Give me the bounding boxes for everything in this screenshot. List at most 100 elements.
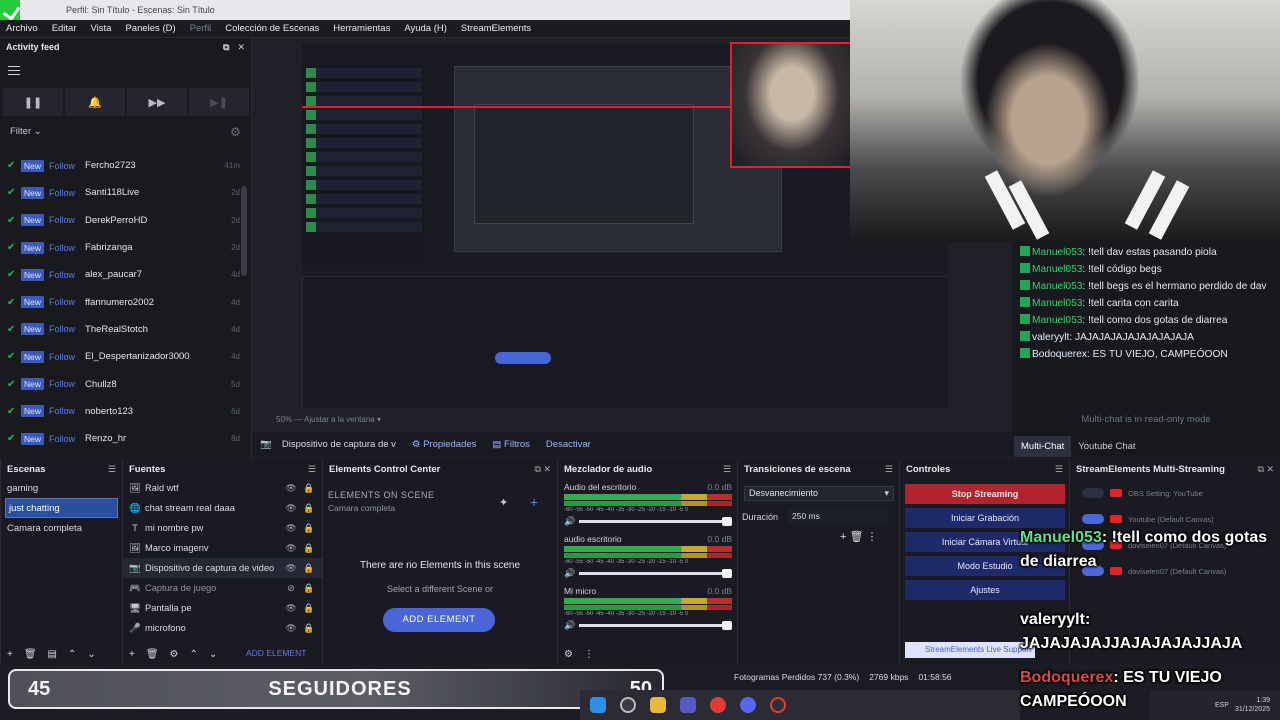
volume-slider[interactable]: [579, 517, 732, 526]
eye-icon[interactable]: 👁: [284, 503, 298, 514]
down-icon[interactable]: ⌄: [209, 649, 217, 660]
trash-icon[interactable]: 🗑: [146, 649, 159, 660]
app-icon-opera[interactable]: [710, 697, 726, 713]
scene-item[interactable]: Camara completa: [1, 518, 122, 538]
source-item[interactable]: 📷 Dispositivo de captura de video 👁 🔒: [123, 558, 322, 578]
activity-item[interactable]: ✔ New Follow Santi118Live 2d: [0, 179, 240, 206]
scrollbar[interactable]: [241, 186, 247, 276]
activity-item[interactable]: ✔ New Follow Renzo_hr 8d: [0, 425, 240, 452]
bell-button[interactable]: 🔔: [65, 88, 125, 116]
lock-icon[interactable]: 🔒: [302, 603, 316, 614]
menu-vista[interactable]: Vista: [91, 23, 112, 34]
eye-icon[interactable]: 👁: [284, 623, 298, 634]
stream-destination[interactable]: OBS Setting: YouTube: [1082, 484, 1272, 502]
activity-item[interactable]: ✔ New Follow Fercho2723 41m: [0, 152, 240, 179]
eye-icon[interactable]: 👁: [284, 543, 298, 554]
activity-item[interactable]: ✔ New Follow Chullz8 5d: [0, 370, 240, 397]
lock-icon[interactable]: 🔒: [302, 583, 316, 594]
eye-icon[interactable]: 👁: [284, 483, 298, 494]
stop-streaming-button[interactable]: Stop Streaming: [905, 484, 1065, 504]
source-item[interactable]: 🎮 Captura de juego ⊘ 🔒: [123, 578, 322, 598]
lock-icon[interactable]: 🔒: [302, 623, 316, 634]
live-support-button[interactable]: StreamElements Live Support: [905, 642, 1035, 658]
menu-streamelements[interactable]: StreamElements: [461, 23, 531, 34]
settings-button[interactable]: Ajustes: [905, 580, 1065, 600]
activity-item[interactable]: ✔ New Follow El_Despertanizador3000 4d: [0, 343, 240, 370]
close-icon[interactable]: ✕: [1266, 464, 1274, 474]
tab-multi-chat[interactable]: Multi-Chat: [1014, 435, 1072, 457]
menu-perfil[interactable]: Perfil: [190, 23, 212, 34]
volume-slider[interactable]: [579, 621, 732, 630]
add-icon[interactable]: +: [530, 494, 538, 510]
speaker-icon[interactable]: 🔊: [564, 620, 575, 631]
magic-wand-icon[interactable]: ✦: [499, 496, 508, 509]
gear-icon[interactable]: ⚙: [170, 649, 179, 660]
menu-herramientas[interactable]: Herramientas: [333, 23, 390, 34]
add-element-link[interactable]: ADD ELEMENT: [246, 648, 306, 658]
close-icon[interactable]: ✕: [237, 42, 245, 53]
add-element-button[interactable]: ADD ELEMENT: [383, 608, 495, 632]
dock-menu-icon[interactable]: ☰: [108, 464, 116, 475]
menu-ayuda[interactable]: Ayuda (H): [404, 23, 447, 34]
skip-end-button[interactable]: ▶❚: [189, 88, 249, 116]
deactivate-button[interactable]: Desactivar: [540, 436, 597, 453]
float-icon[interactable]: ⧉: [1258, 464, 1264, 474]
duration-input[interactable]: 250 ms: [788, 509, 888, 523]
down-icon[interactable]: ⌄: [87, 649, 95, 660]
close-icon[interactable]: ✕: [543, 464, 551, 474]
transition-select[interactable]: Desvanecimiento: [744, 486, 894, 501]
up-icon[interactable]: ⌃: [190, 649, 198, 660]
menu-editar[interactable]: Editar: [52, 23, 77, 34]
toggle-switch[interactable]: [1082, 514, 1104, 524]
scene-item[interactable]: gaming: [1, 478, 122, 498]
up-icon[interactable]: ⌃: [68, 649, 76, 660]
skip-button[interactable]: ▶▶: [127, 88, 187, 116]
source-item[interactable]: 🖥 Pantalla pe 👁 🔒: [123, 598, 322, 618]
zoom-controls[interactable]: 50% — Ajustar a la ventana ▾: [276, 415, 381, 424]
scene-item[interactable]: just chatting: [5, 498, 118, 518]
more-icon[interactable]: ⋮: [584, 649, 594, 660]
pause-button[interactable]: ❚❚: [3, 88, 63, 116]
app-icon-edge[interactable]: [590, 697, 606, 713]
gear-icon[interactable]: ⚙: [230, 125, 241, 139]
add-icon[interactable]: +: [7, 649, 13, 660]
source-item[interactable]: 🖼 Raid wtf 👁 🔒: [123, 478, 322, 498]
selection-box[interactable]: [730, 42, 852, 168]
properties-button[interactable]: ⚙ Propiedades: [406, 436, 483, 453]
volume-slider[interactable]: [579, 569, 732, 578]
volume-knob[interactable]: [722, 621, 732, 630]
hamburger-menu-icon[interactable]: [8, 66, 20, 75]
eye-icon[interactable]: ⊘: [284, 583, 298, 594]
source-item[interactable]: 🌐 chat stream real daaa 👁 🔒: [123, 498, 322, 518]
source-item[interactable]: 🎤 microfono 👁 🔒: [123, 618, 322, 638]
filter-icon[interactable]: ▤: [48, 649, 57, 660]
lock-icon[interactable]: 🔒: [302, 563, 316, 574]
add-icon[interactable]: +: [840, 531, 846, 543]
menu-coleccion[interactable]: Colección de Escenas: [225, 23, 319, 34]
lock-icon[interactable]: 🔒: [302, 523, 316, 534]
app-icon-chrome[interactable]: [770, 697, 786, 713]
filters-button[interactable]: ▤ Filtros: [486, 436, 536, 453]
float-icon[interactable]: ⧉: [535, 464, 541, 474]
lock-icon[interactable]: 🔒: [302, 543, 316, 554]
speaker-icon[interactable]: 🔊: [564, 516, 575, 527]
volume-knob[interactable]: [722, 517, 732, 526]
activity-item[interactable]: ✔ New Follow noberto123 6d: [0, 398, 240, 425]
speaker-icon[interactable]: 🔊: [564, 568, 575, 579]
lock-icon[interactable]: 🔒: [302, 503, 316, 514]
add-icon[interactable]: +: [129, 649, 135, 660]
filter-dropdown[interactable]: Filter ⌄: [10, 126, 42, 137]
app-icon-folder[interactable]: [650, 697, 666, 713]
lock-icon[interactable]: 🔒: [302, 483, 316, 494]
toggle-switch[interactable]: [1082, 488, 1104, 498]
source-item[interactable]: 🖼 Marco imagenv 👁 🔒: [123, 538, 322, 558]
app-icon-obs[interactable]: [620, 697, 636, 713]
tab-youtube-chat[interactable]: Youtube Chat: [1071, 436, 1142, 457]
trash-icon[interactable]: 🗑: [24, 649, 37, 660]
float-icon[interactable]: ⧉: [223, 42, 229, 53]
dock-menu-icon[interactable]: ☰: [885, 464, 893, 475]
dock-menu-icon[interactable]: ☰: [1055, 464, 1063, 475]
activity-item[interactable]: ✔ New Follow alex_paucar7 4d: [0, 261, 240, 288]
more-icon[interactable]: ⋮: [867, 531, 878, 543]
volume-knob[interactable]: [722, 569, 732, 578]
